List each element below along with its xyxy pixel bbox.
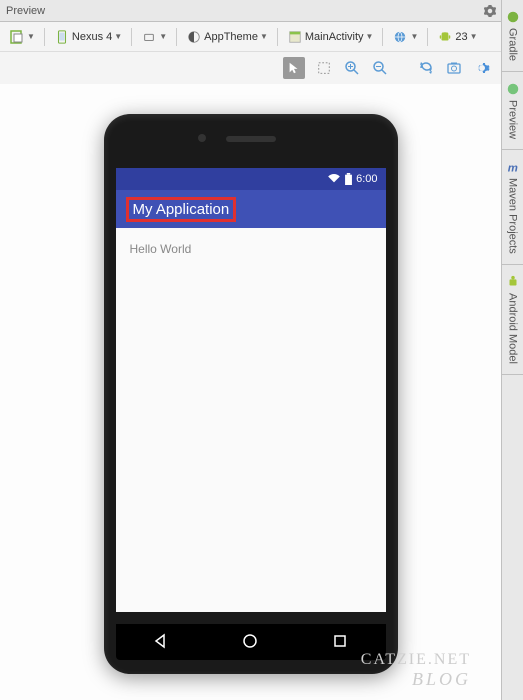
tab-preview[interactable]: Preview	[502, 72, 523, 150]
globe-icon	[392, 29, 408, 45]
gradle-icon	[506, 10, 520, 24]
theme-label: AppTheme	[204, 31, 258, 43]
panel-header: Preview	[0, 0, 523, 22]
tab-maven-label: Maven Projects	[507, 178, 519, 254]
watermark-line1: CATZIE.NET	[361, 651, 471, 669]
chevron-down-icon: ▼	[470, 32, 478, 41]
screenshot-button[interactable]	[445, 59, 463, 77]
layout-icon	[9, 29, 25, 45]
tab-android-model[interactable]: Android Model	[502, 265, 523, 375]
chevron-down-icon: ▼	[260, 32, 268, 41]
status-bar: 6:00	[116, 168, 386, 190]
viewport-button[interactable]	[315, 59, 333, 77]
watermark: CATZIE.NET BLOG	[361, 651, 471, 690]
right-side-tabs: Gradle Preview m Maven Projects Android …	[501, 0, 523, 700]
android-api-icon	[437, 29, 453, 45]
hello-world-text: Hello World	[130, 242, 192, 256]
configuration-dropdown[interactable]: ▼	[6, 27, 38, 47]
separator	[176, 28, 177, 46]
preview-tab-icon	[506, 82, 520, 96]
recents-button[interactable]	[332, 633, 350, 651]
refresh-button[interactable]	[417, 59, 435, 77]
chevron-down-icon: ▼	[27, 32, 35, 41]
device-label: Nexus 4	[72, 31, 112, 43]
app-title-highlight: My Application	[126, 197, 237, 222]
orientation-dropdown[interactable]: ▼	[138, 27, 170, 47]
app-bar: My Application	[116, 190, 386, 228]
app-title: My Application	[133, 201, 230, 218]
zoom-in-button[interactable]	[343, 59, 361, 77]
preview-canvas: 6:00 My Application Hello World	[0, 84, 501, 700]
status-time: 6:00	[356, 173, 377, 185]
svg-text:m: m	[507, 163, 517, 175]
theme-icon	[186, 29, 202, 45]
separator	[382, 28, 383, 46]
watermark-line2: BLOG	[361, 669, 471, 690]
chevron-down-icon: ▼	[114, 32, 122, 41]
activity-dropdown[interactable]: MainActivity ▼	[284, 27, 377, 47]
select-mode-button[interactable]	[283, 57, 305, 79]
main-area: ▼ Nexus 4 ▼ ▼ AppTheme ▼	[0, 22, 501, 700]
tab-gradle-label: Gradle	[507, 28, 519, 61]
zoom-out-button[interactable]	[371, 59, 389, 77]
chevron-down-icon: ▼	[410, 32, 418, 41]
settings-button[interactable]	[473, 59, 491, 77]
tab-android-model-label: Android Model	[507, 293, 519, 364]
chevron-down-icon: ▼	[159, 32, 167, 41]
activity-content: Hello World	[116, 228, 386, 270]
theme-dropdown[interactable]: AppTheme ▼	[183, 27, 271, 47]
device-screen: 6:00 My Application Hello World	[116, 168, 386, 612]
gear-icon[interactable]	[483, 4, 497, 18]
device-frame: 6:00 My Application Hello World	[104, 114, 398, 674]
home-button[interactable]	[242, 633, 260, 651]
maven-icon: m	[506, 160, 520, 174]
api-dropdown[interactable]: 23 ▼	[434, 27, 480, 47]
activity-icon	[287, 29, 303, 45]
primary-toolbar: ▼ Nexus 4 ▼ ▼ AppTheme ▼	[0, 22, 501, 52]
locale-dropdown[interactable]: ▼	[389, 27, 421, 47]
separator	[277, 28, 278, 46]
chevron-down-icon: ▼	[366, 32, 374, 41]
android-icon	[506, 275, 520, 289]
battery-icon	[345, 173, 352, 185]
back-button[interactable]	[152, 633, 170, 651]
separator	[44, 28, 45, 46]
separator	[427, 28, 428, 46]
navigation-bar	[116, 624, 386, 660]
api-label: 23	[455, 31, 467, 43]
device-icon	[54, 29, 70, 45]
separator	[131, 28, 132, 46]
panel-title: Preview	[6, 5, 483, 17]
tab-maven[interactable]: m Maven Projects	[502, 150, 523, 265]
wifi-icon	[327, 174, 341, 184]
tab-preview-label: Preview	[507, 100, 519, 139]
device-dropdown[interactable]: Nexus 4 ▼	[51, 27, 125, 47]
activity-label: MainActivity	[305, 31, 364, 43]
secondary-toolbar	[0, 52, 501, 84]
tab-gradle[interactable]: Gradle	[502, 0, 523, 72]
orientation-icon	[141, 29, 157, 45]
